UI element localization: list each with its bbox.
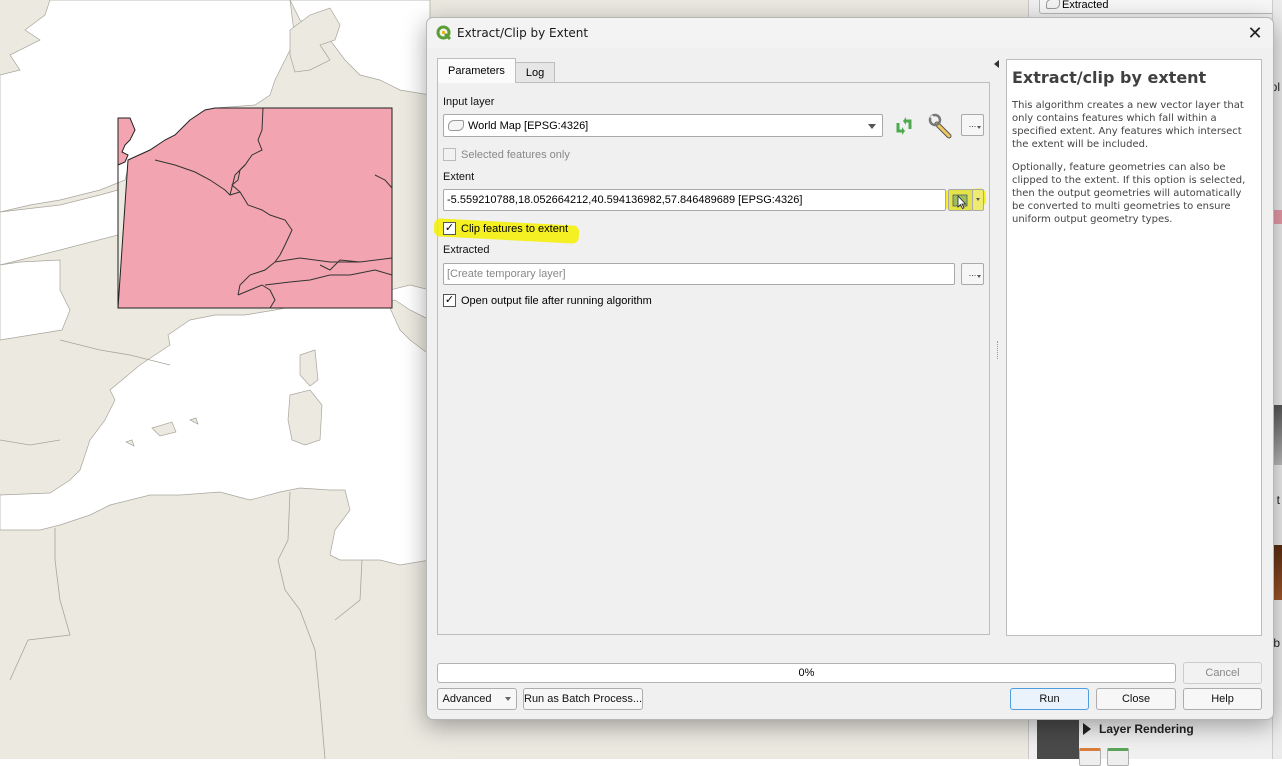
run-batch-button[interactable]: Run as Batch Process... bbox=[523, 688, 643, 710]
close-button[interactable]: Close bbox=[1096, 688, 1176, 710]
select-extent-on-canvas-button[interactable] bbox=[948, 189, 973, 211]
qgis-logo-icon bbox=[436, 25, 452, 41]
checkbox-box bbox=[443, 148, 456, 161]
tab-parameters[interactable]: Parameters bbox=[437, 58, 516, 83]
dock-text-fragment: b bbox=[1273, 636, 1280, 650]
selected-features-only-checkbox[interactable]: Selected features only bbox=[443, 148, 570, 161]
check-icon: ✓ bbox=[443, 294, 456, 307]
input-layer-value: World Map [EPSG:4326] bbox=[468, 119, 589, 132]
extent-value: -5.559210788,18.052664212,40.594136982,5… bbox=[447, 194, 803, 206]
atlantic-water bbox=[0, 259, 71, 341]
cancel-button[interactable]: Cancel bbox=[1183, 662, 1262, 684]
splitter-handle[interactable] bbox=[997, 341, 999, 359]
redo-button[interactable] bbox=[1107, 748, 1129, 766]
open-output-checkbox[interactable]: ✓ Open output file after running algorit… bbox=[443, 294, 652, 307]
expand-arrow-icon bbox=[1083, 723, 1091, 735]
polygon-layer-icon bbox=[1046, 0, 1060, 9]
extract-clip-dialog: Extract/Clip by Extent ✕ Parameters Log … bbox=[426, 17, 1274, 720]
extent-input[interactable]: -5.559210788,18.052664212,40.594136982,5… bbox=[443, 189, 946, 211]
input-layer-combo[interactable]: World Map [EPSG:4326] bbox=[443, 114, 883, 137]
more-label: ... bbox=[968, 119, 977, 129]
chevron-down-icon bbox=[868, 124, 876, 129]
close-label: Close bbox=[1121, 693, 1151, 705]
dialog-tabs: Parameters Log bbox=[437, 58, 556, 83]
dock-text-fragment: t bbox=[1276, 493, 1280, 507]
extent-options-dropdown[interactable] bbox=[972, 189, 984, 211]
chevron-down-icon bbox=[505, 697, 512, 701]
input-layer-label: Input layer bbox=[443, 96, 495, 108]
selected-features-only-label: Selected features only bbox=[461, 148, 570, 161]
help-title: Extract/clip by extent bbox=[1012, 68, 1207, 87]
input-layer-more-button[interactable]: ... bbox=[961, 114, 984, 136]
progress-label: 0% bbox=[798, 667, 815, 679]
layer-selector-label: Extracted bbox=[1062, 0, 1109, 11]
wrench-icon[interactable] bbox=[928, 113, 954, 139]
progress-bar: 0% bbox=[437, 663, 1176, 683]
browse-label: ... bbox=[968, 268, 977, 278]
layer-rendering-label: Layer Rendering bbox=[1099, 722, 1194, 736]
advanced-dropdown-button[interactable]: Advanced bbox=[437, 688, 517, 710]
help-button[interactable]: Help bbox=[1183, 688, 1262, 710]
help-panel: Extract/clip by extent This algorithm cr… bbox=[1006, 59, 1262, 636]
run-label: Run bbox=[1039, 693, 1060, 705]
clip-features-checkbox[interactable]: ✓ Clip features to extent bbox=[443, 222, 568, 235]
undo-button[interactable] bbox=[1079, 748, 1101, 766]
help-label: Help bbox=[1211, 693, 1234, 705]
extent-label: Extent bbox=[443, 171, 475, 183]
extracted-label: Extracted bbox=[443, 244, 490, 256]
undo-redo-buttons bbox=[1079, 748, 1129, 766]
close-icon[interactable]: ✕ bbox=[1245, 23, 1265, 43]
help-paragraph: This algorithm creates a new vector laye… bbox=[1012, 100, 1244, 150]
layer-selector[interactable]: Extracted bbox=[1039, 0, 1282, 14]
layer-rendering-section[interactable]: Layer Rendering bbox=[1083, 722, 1194, 736]
clip-features-label: Clip features to extent bbox=[461, 222, 569, 235]
polygon-layer-icon bbox=[448, 120, 464, 131]
iterate-icon[interactable] bbox=[893, 115, 915, 137]
tab-log[interactable]: Log bbox=[514, 62, 556, 83]
run-batch-label: Run as Batch Process... bbox=[524, 693, 642, 705]
collapse-help-arrow-icon[interactable] bbox=[994, 60, 999, 68]
dialog-title: Extract/Clip by Extent bbox=[457, 26, 589, 40]
extracted-browse-button[interactable]: ... bbox=[961, 263, 984, 285]
select-extent-icon bbox=[952, 194, 967, 210]
tab-parameters-label: Parameters bbox=[448, 65, 505, 77]
extracted-placeholder: [Create temporary layer] bbox=[447, 268, 566, 280]
dialog-titlebar[interactable]: Extract/Clip by Extent ✕ bbox=[427, 18, 1273, 48]
tab-log-label: Log bbox=[525, 67, 545, 79]
run-button[interactable]: Run bbox=[1010, 688, 1089, 710]
cancel-label: Cancel bbox=[1205, 667, 1240, 679]
advanced-label: Advanced bbox=[442, 693, 492, 705]
help-paragraph: Optionally, feature geometries can also … bbox=[1012, 162, 1246, 225]
open-output-label: Open output file after running algorithm bbox=[461, 294, 652, 307]
extracted-output-input[interactable]: [Create temporary layer] bbox=[443, 263, 955, 285]
check-icon: ✓ bbox=[443, 222, 456, 235]
sardinia-land bbox=[287, 389, 323, 446]
parameters-panel: Input layer World Map [EPSG:4326] ... Se… bbox=[433, 82, 990, 635]
